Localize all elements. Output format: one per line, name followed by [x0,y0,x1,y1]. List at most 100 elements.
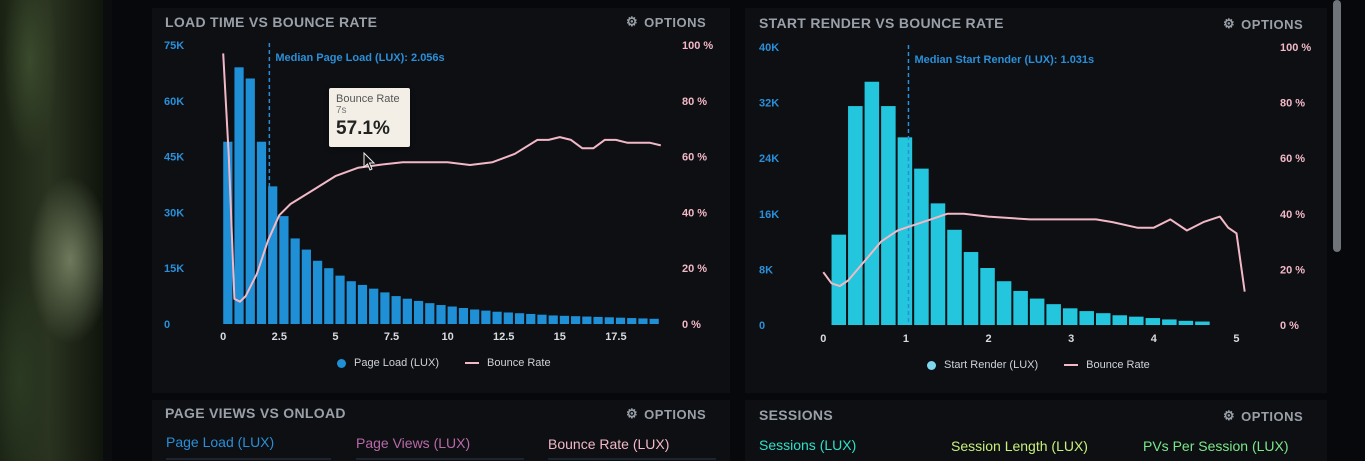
histogram-bar [649,318,659,324]
tab-underline [166,458,331,460]
histogram-bar [256,141,267,324]
tab-bounce-rate[interactable]: Bounce Rate (LUX) [548,436,669,452]
legend-bounce-rate: Bounce Rate [487,357,551,369]
histogram-bar [548,315,558,324]
tab-session-length[interactable]: Session Length (LUX) [951,438,1088,454]
y-right-tick-label: 0 % [682,319,701,331]
tab-page-views[interactable]: Page Views (LUX) [356,435,470,451]
histogram-bar [526,313,536,324]
tooltip-subtitle: 7s [336,105,347,116]
tab-underline [548,458,716,460]
tab-sessions[interactable]: Sessions (LUX) [759,437,856,453]
histogram-bar [346,281,356,324]
histogram-bar [864,81,880,325]
histogram-bar [425,303,435,324]
x-tick-label: 15 [554,331,566,343]
y-right-tick-label: 0 % [1280,320,1299,332]
histogram-bar [1178,320,1194,325]
histogram-bar [582,316,592,324]
histogram-bar [1013,290,1028,325]
tab-underline [356,458,524,460]
histogram-bar [1046,304,1061,325]
panel-title: PAGE VIEWS VS ONLOAD [165,405,346,421]
x-tick-label: 1 [903,333,909,345]
histogram-bar [301,249,311,324]
options-button[interactable]: ⚙ OPTIONS [626,406,706,422]
median-label: Median Start Render (LUX): 1.031s [914,54,1094,66]
histogram-bar [290,238,300,324]
scrollbar-thumb[interactable] [1333,0,1341,252]
x-tick-label: 10 [441,331,453,343]
panel-title: START RENDER VS BOUNCE RATE [759,15,1004,31]
histogram-bar [537,314,547,324]
x-tick-label: 7.5 [384,331,399,343]
histogram-bar [1062,308,1078,325]
x-tick-label: 5 [1233,333,1239,345]
histogram-bar [470,309,480,324]
tab-page-load[interactable]: Page Load (LUX) [166,434,274,450]
tab-pvs-per-session[interactable]: PVs Per Session (LUX) [1143,438,1289,454]
y-right-tick-label: 40 % [682,207,707,219]
options-button[interactable]: ⚙ OPTIONS [626,14,706,30]
histogram-bar [1145,318,1161,325]
start-render-chart: 0 8K 16K 24K 32K 40K 0 % 20 % 40 % 60 % 80 % 100 % 0… [759,42,1311,345]
y-right-tick-label: 20 % [1280,264,1305,276]
tooltip-value: 57.1% [336,118,390,139]
histogram-bar [234,67,244,324]
gear-icon: ⚙ [626,406,639,421]
histogram-bar [604,317,614,324]
histogram-bar [627,318,637,324]
histogram-bar [357,284,368,324]
histogram-bar [930,203,946,325]
histogram-bar [402,298,412,324]
histogram-bar [831,234,847,325]
y-right-tick-label: 20 % [682,263,707,275]
y-left-tick-label: 75K [164,40,184,52]
y-left-tick-label: 45K [164,152,184,164]
histogram-bar [1162,319,1177,325]
options-button[interactable]: ⚙ OPTIONS [1223,408,1303,424]
y-left-tick-label: 8K [759,264,773,276]
histogram-bar [514,313,525,324]
load-time-chart: 0 15K 30K 45K 60K 75K 0 % 20 % 40 % 60 % 80 % 100 %… [164,40,713,343]
histogram-bar [996,281,1012,325]
page-load-legend-dot [337,358,346,368]
options-label: OPTIONS [1241,408,1304,424]
start-render-legend-dot [927,360,936,370]
histogram-bar [897,137,913,325]
y-left-tick-label: 0 [164,319,170,331]
x-tick-label: 3 [1068,333,1074,345]
histogram-bar [335,275,345,324]
legend-start-render: Start Render (LUX) [944,359,1039,371]
y-left-tick-label: 0 [759,320,765,332]
x-tick-label: 12.5 [493,331,514,343]
histogram-bar [369,288,379,324]
histogram-bar [1195,321,1210,325]
histogram-bar [848,106,863,325]
y-right-tick-label: 80 % [1280,98,1305,110]
bounce-legend-line [465,362,479,364]
render-chart-legend: Start Render (LUX) Bounce Rate [927,359,1150,371]
bounce-legend-line [1064,364,1079,366]
x-tick-label: 2.5 [272,331,287,343]
options-label: OPTIONS [644,406,707,422]
histogram-bar [571,316,581,324]
histogram-bar [881,106,896,325]
y-left-tick-label: 40K [759,42,779,54]
y-left-tick-label: 16K [759,209,779,221]
load-chart-legend: Page Load (LUX) Bounce Rate [337,357,551,369]
histogram-bar [1095,313,1111,325]
legend-page-load: Page Load (LUX) [354,357,439,369]
options-label: OPTIONS [644,14,707,30]
y-right-tick-label: 40 % [1280,209,1305,221]
histogram-bar [615,317,626,324]
histogram-bar [380,292,390,324]
panel-title: LOAD TIME VS BOUNCE RATE [165,14,378,30]
histogram-bar [436,305,446,324]
page-views-panel: PAGE VIEWS VS ONLOAD ⚙ OPTIONS Page Load… [152,400,730,461]
background-plant [0,0,108,461]
histogram-bar [391,296,401,324]
y-right-tick-label: 60 % [682,152,707,164]
histogram-bar [481,310,491,324]
histogram-bar [1079,311,1094,325]
